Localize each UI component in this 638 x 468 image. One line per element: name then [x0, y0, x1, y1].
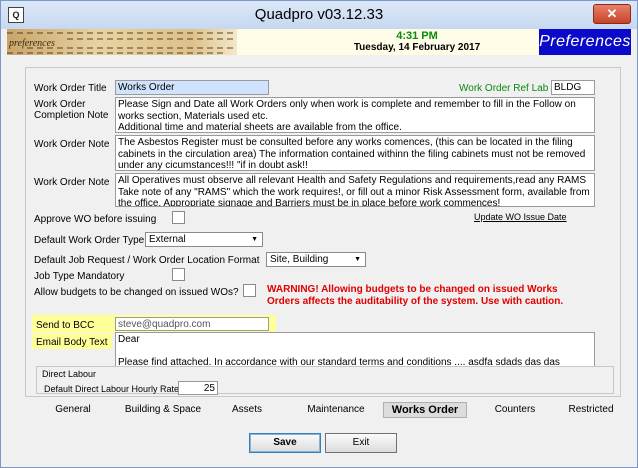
approve-wo-label: Approve WO before issuing	[34, 214, 157, 225]
header-banner: preferences 4:31 PM Tuesday, 14 February…	[7, 29, 631, 55]
work-order-note-2-textarea[interactable]: All Operatives must observe all relevant…	[115, 173, 595, 207]
chevron-down-icon: ▼	[251, 236, 258, 243]
ref-lab-label: Work Order Ref Lab	[459, 83, 549, 94]
completion-note-line: Additional time and material sheets are …	[118, 122, 402, 133]
ref-lab-value: BLDG	[554, 82, 582, 93]
hourly-rate-value: 25	[203, 383, 215, 394]
job-type-mandatory-label: Job Type Mandatory	[34, 271, 125, 282]
tab-building-space[interactable]: Building & Space	[117, 402, 209, 418]
approve-wo-checkbox[interactable]	[172, 211, 185, 224]
budget-warning-text: WARNING! Allowing budgets to be changed …	[267, 284, 564, 307]
default-wo-type-label: Default Work Order Type	[34, 235, 145, 246]
send-bcc-input[interactable]: steve@quadpro.com	[115, 317, 269, 331]
save-button[interactable]: Save	[249, 433, 321, 453]
parchment-word: preferences	[9, 38, 55, 49]
completion-note-line: Please Sign and Date all Work Orders onl…	[118, 99, 576, 122]
work-order-note-1-text: The Asbestos Register must be consulted …	[118, 137, 586, 171]
preferences-window: Q Quadpro v03.12.33 ✕ preferences 4:31 P…	[0, 0, 638, 468]
direct-labour-group-label: Direct Labour	[40, 369, 99, 379]
work-order-note-1-label: Work Order Note	[34, 139, 110, 150]
completion-note-label: Work Order Completion Note	[34, 99, 109, 121]
send-bcc-value: steve@quadpro.com	[118, 319, 211, 330]
tab-assets[interactable]: Assets	[222, 402, 272, 418]
work-order-title-value: Works Order	[118, 82, 175, 93]
tab-general[interactable]: General	[45, 402, 101, 418]
clock-time: 4:31 PM	[396, 30, 438, 42]
hourly-rate-label: Default Direct Labour Hourly Rate	[44, 384, 180, 394]
work-order-title-input[interactable]: Works Order	[115, 80, 269, 95]
location-format-select[interactable]: Site, Building ▼	[266, 252, 366, 267]
completion-note-textarea[interactable]: Please Sign and Date all Work Orders onl…	[115, 97, 595, 133]
default-wo-type-value: External	[149, 234, 186, 245]
tab-restricted[interactable]: Restricted	[561, 402, 621, 418]
allow-budgets-checkbox[interactable]	[243, 284, 256, 297]
email-body-label: Email Body Text	[36, 337, 108, 348]
ref-lab-input[interactable]: BLDG	[551, 80, 595, 95]
send-bcc-label: Send to BCC	[36, 320, 95, 331]
allow-budgets-label: Allow budgets to be changed on issued WO…	[34, 287, 239, 298]
exit-button[interactable]: Exit	[325, 433, 397, 453]
tab-works-order[interactable]: Works Order	[383, 402, 467, 418]
chevron-down-icon: ▼	[354, 256, 361, 263]
update-wo-issue-date-link[interactable]: Update WO Issue Date	[474, 212, 567, 222]
title-bar[interactable]: Q Quadpro v03.12.33 ✕	[1, 1, 637, 29]
location-format-label: Default Job Request / Work Order Locatio…	[34, 255, 260, 266]
preferences-tabs: General Building & Space Assets Maintena…	[37, 402, 627, 418]
preferences-badge: Preferences	[539, 29, 631, 55]
work-order-title-label: Work Order Title	[34, 83, 107, 94]
email-body-textarea[interactable]: Dear Please find attached. In accordance…	[115, 332, 595, 367]
works-order-panel: Work Order Title Works Order Work Order …	[25, 67, 621, 397]
email-body-line: Dear	[118, 334, 140, 345]
location-format-value: Site, Building	[270, 254, 329, 265]
work-order-note-2-text: All Operatives must observe all relevant…	[118, 175, 590, 207]
tab-maintenance[interactable]: Maintenance	[299, 402, 373, 418]
work-order-note-2-label: Work Order Note	[34, 177, 110, 188]
current-date: Tuesday, 14 February 2017	[353, 42, 481, 53]
work-order-note-1-textarea[interactable]: The Asbestos Register must be consulted …	[115, 135, 595, 171]
window-title: Quadpro v03.12.33	[254, 6, 384, 23]
parchment-image: preferences	[7, 29, 237, 55]
close-button[interactable]: ✕	[593, 4, 631, 24]
tab-counters[interactable]: Counters	[485, 402, 545, 418]
hourly-rate-input[interactable]: 25	[178, 381, 218, 395]
job-type-mandatory-checkbox[interactable]	[172, 268, 185, 281]
default-wo-type-select[interactable]: External ▼	[145, 232, 263, 247]
